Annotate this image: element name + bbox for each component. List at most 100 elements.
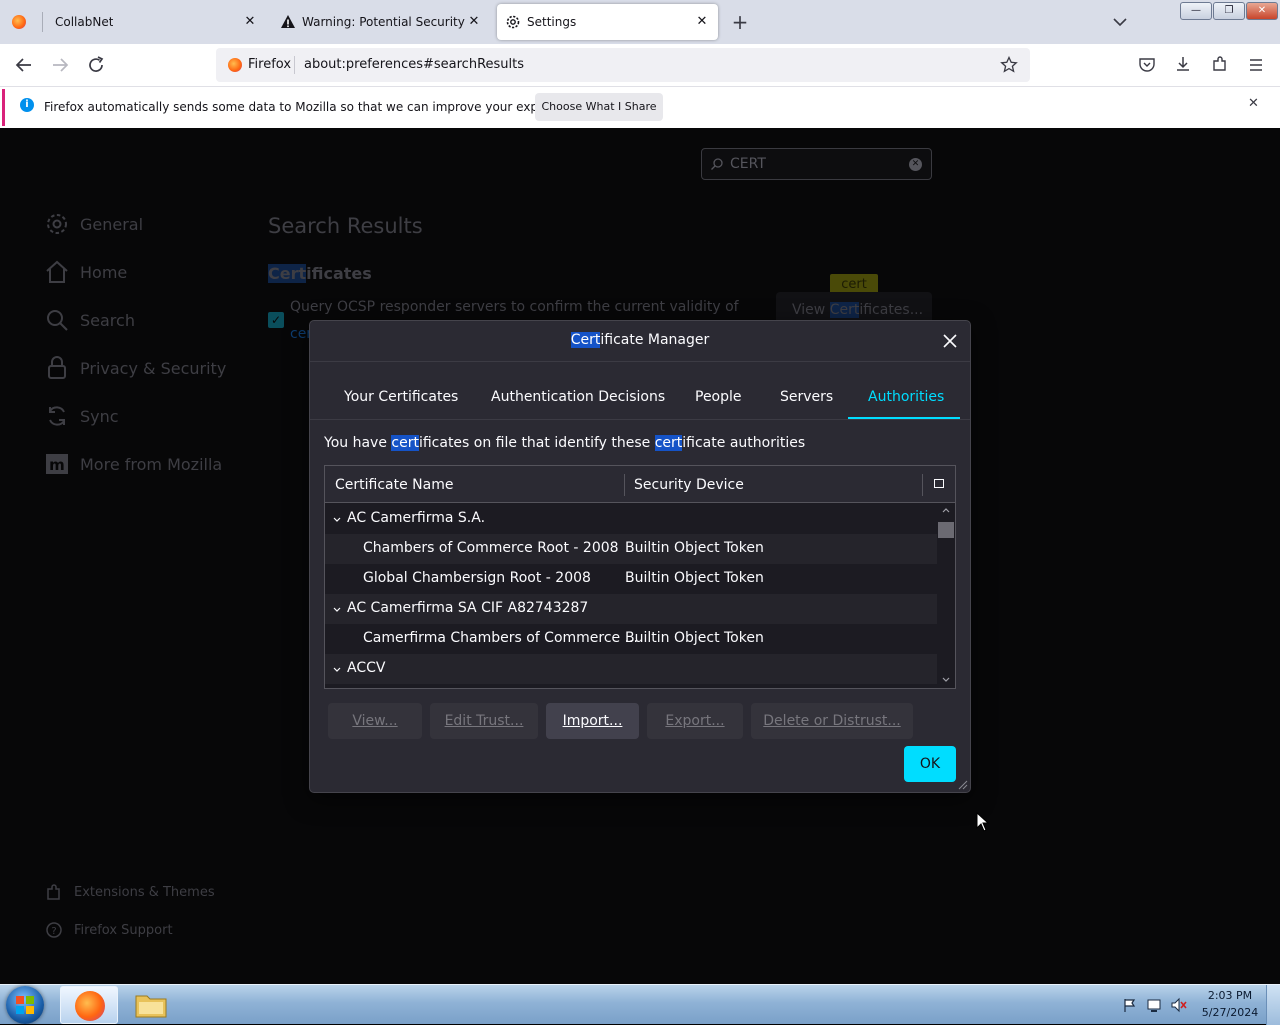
tab-title: Warning: Potential Security Risk: [302, 15, 466, 29]
clock-time[interactable]: 2:03 PM: [1200, 989, 1260, 1002]
edit-trust-button[interactable]: Edit Trust...: [430, 703, 538, 739]
tab-people[interactable]: People: [695, 389, 742, 405]
sidebar-item-support[interactable]: ? Firefox Support: [44, 920, 173, 940]
url-text[interactable]: about:preferences#searchResults: [304, 57, 524, 72]
clock-date[interactable]: 5/27/2024: [1200, 1006, 1260, 1019]
reload-icon: [89, 56, 104, 72]
search-highlight: Cert: [268, 264, 307, 283]
intro-part: ificates on file that identify these: [418, 435, 655, 451]
close-icon: [943, 334, 957, 348]
notification-message: Firefox automatically sends some data to…: [44, 100, 587, 114]
bookmark-star-icon[interactable]: [1000, 56, 1018, 74]
delete-or-distrust-button[interactable]: Delete or Distrust...: [751, 703, 913, 739]
sidebar-item-privacy[interactable]: Privacy & Security: [44, 355, 226, 381]
dialog-title: Certificate Manager: [310, 332, 970, 348]
sidebar-item-label: General: [80, 214, 144, 234]
scrollbar-thumb[interactable]: [938, 522, 954, 538]
column-divider: [922, 474, 923, 496]
tab-warning[interactable]: Warning: Potential Security Risk ✕: [268, 0, 492, 44]
ocsp-label: Query OCSP responder servers to confirm …: [290, 299, 739, 315]
row-name: AC Camerfirma S.A.: [347, 510, 486, 526]
sidebar-item-more-from-mozilla[interactable]: m More from Mozilla: [44, 451, 222, 477]
firefox-logo-icon: [75, 991, 105, 1021]
certificate-tree[interactable]: Certificate Name Security Device AC Came…: [324, 465, 956, 689]
new-tab-button[interactable]: +: [730, 10, 750, 34]
column-header-device[interactable]: Security Device: [634, 477, 744, 493]
taskbar-firefox-button[interactable]: [60, 986, 118, 1024]
column-picker-icon[interactable]: [934, 479, 944, 488]
column-header-name[interactable]: Certificate Name: [335, 477, 453, 493]
tab-strip: CollabNet ✕ Warning: Potential Security …: [0, 0, 1280, 44]
search-box[interactable]: CERT ✕: [701, 148, 932, 180]
tree-row[interactable]: AC Camerfirma S.A.: [325, 504, 937, 534]
sidebar-item-general[interactable]: General: [44, 211, 143, 237]
tab-your-certificates[interactable]: Your Certificates: [344, 389, 458, 405]
tab-authentication-decisions[interactable]: Authentication Decisions: [491, 389, 665, 405]
close-icon[interactable]: ✕: [466, 14, 482, 30]
resize-grip-icon[interactable]: [956, 778, 968, 790]
choose-what-i-share-button[interactable]: Choose What I Share: [535, 93, 663, 121]
row-name: ACCV: [347, 660, 386, 676]
import-button[interactable]: Import...: [546, 703, 639, 739]
svg-text:m: m: [49, 456, 65, 474]
tab-servers[interactable]: Servers: [780, 389, 833, 405]
lock-icon: [48, 356, 66, 379]
tree-scrollbar[interactable]: [937, 504, 955, 688]
network-icon[interactable]: [1146, 997, 1164, 1013]
view-certificates-suffix: ificates...: [859, 302, 924, 318]
search-highlight: cert: [654, 435, 683, 451]
action-center-flag-icon[interactable]: [1122, 997, 1138, 1013]
volume-muted-icon[interactable]: [1170, 997, 1188, 1013]
minimize-button[interactable]: —: [1180, 2, 1212, 20]
tree-row[interactable]: ACCV: [325, 654, 937, 684]
chevron-down-icon: [333, 667, 341, 672]
tab-settings[interactable]: Settings ✕: [497, 4, 718, 40]
close-window-button[interactable]: ✕: [1246, 2, 1278, 20]
start-button[interactable]: [6, 986, 44, 1024]
reload-button[interactable]: [84, 53, 108, 77]
sidebar-item-search[interactable]: Search: [44, 307, 135, 333]
show-desktop-button[interactable]: [1266, 985, 1280, 1025]
taskbar-explorer-button[interactable]: [126, 986, 176, 1024]
tab-authorities[interactable]: Authorities: [868, 389, 944, 405]
menu-icon[interactable]: [1247, 56, 1265, 74]
dialog-close-button[interactable]: [940, 331, 960, 351]
pocket-icon[interactable]: [1138, 56, 1156, 74]
tree-row[interactable]: Camerfirma Chambers of Commerce ... Buil…: [325, 624, 937, 654]
tree-row[interactable]: Chambers of Commerce Root - 2008 Builtin…: [325, 534, 937, 564]
close-icon[interactable]: ✕: [1248, 96, 1259, 111]
list-all-tabs-button[interactable]: [1110, 12, 1130, 32]
sidebar-item-label: Extensions & Themes: [74, 884, 215, 900]
sidebar-item-home[interactable]: Home: [44, 259, 127, 285]
scroll-up-icon[interactable]: [941, 506, 951, 514]
close-icon[interactable]: ✕: [694, 14, 710, 30]
tree-row[interactable]: AC Camerfirma SA CIF A82743287: [325, 594, 937, 624]
export-button[interactable]: Export...: [647, 703, 743, 739]
extensions-icon[interactable]: [1211, 55, 1229, 73]
dialog-title-rest: ificate Manager: [600, 332, 710, 348]
search-input[interactable]: CERT: [730, 156, 766, 172]
restore-button[interactable]: ❐: [1213, 2, 1245, 20]
clear-search-icon[interactable]: ✕: [909, 158, 922, 171]
ocsp-checkbox[interactable]: ✓: [268, 312, 284, 328]
page-title: Search Results: [268, 214, 423, 238]
scroll-down-icon[interactable]: [941, 676, 951, 684]
sidebar-item-sync[interactable]: Sync: [44, 403, 119, 429]
close-icon[interactable]: ✕: [242, 14, 258, 30]
firefox-logo-icon: [12, 15, 26, 29]
section-heading-rest: ificates: [306, 264, 372, 283]
intro-part: You have: [324, 435, 392, 451]
view-button[interactable]: View...: [328, 703, 422, 739]
identity-label: Firefox: [248, 57, 292, 72]
back-button[interactable]: [12, 53, 36, 77]
row-device: Builtin Object Token: [625, 570, 764, 586]
sidebar-item-label: Search: [80, 310, 135, 330]
ok-button[interactable]: OK: [904, 746, 956, 782]
downloads-icon[interactable]: [1174, 55, 1192, 73]
row-name: Camerfirma Chambers of Commerce ...: [363, 630, 638, 646]
tab-collabnet[interactable]: CollabNet ✕: [0, 0, 266, 44]
url-bar[interactable]: Firefox about:preferences#searchResults: [216, 48, 1030, 82]
tree-row[interactable]: Global Chambersign Root - 2008 Builtin O…: [325, 564, 937, 594]
forward-button[interactable]: [48, 53, 72, 77]
sidebar-item-extensions[interactable]: Extensions & Themes: [44, 882, 215, 902]
